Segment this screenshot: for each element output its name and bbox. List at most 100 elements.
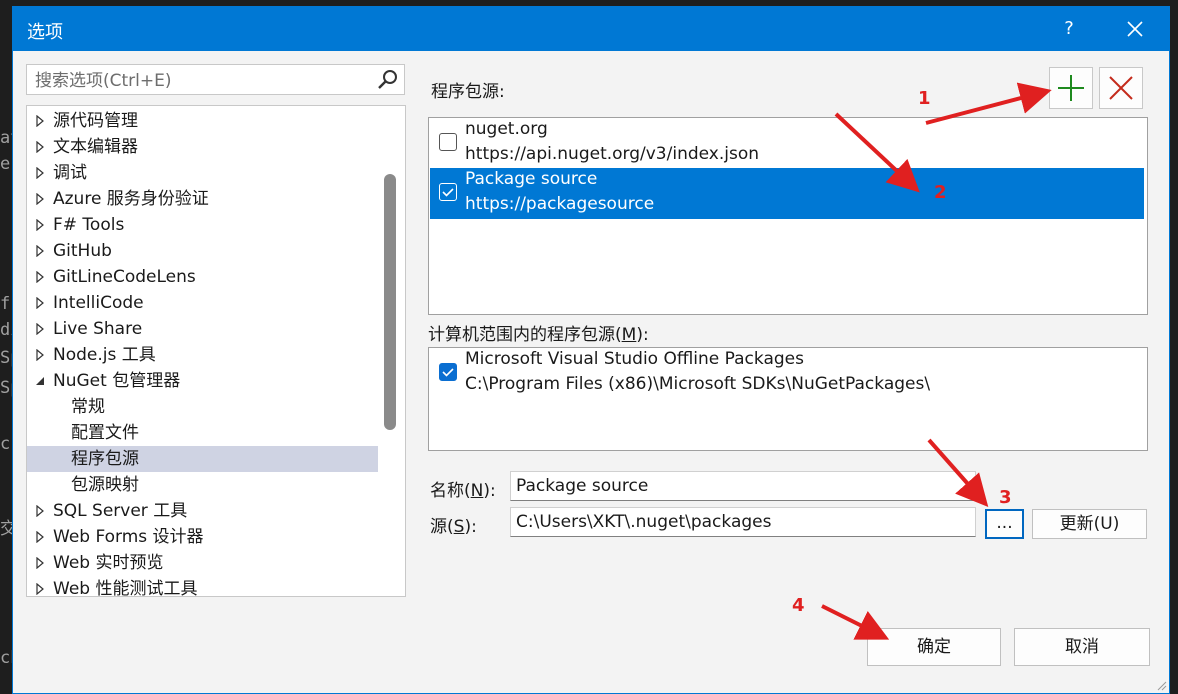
collapsed-arrow-icon[interactable] xyxy=(35,115,45,127)
tree-item[interactable]: GitHub xyxy=(27,238,378,264)
tree-item-label: Node.js 工具 xyxy=(53,345,156,365)
cancel-button[interactable]: 取消 xyxy=(1014,628,1150,666)
tree-item-label: GitHub xyxy=(53,241,112,261)
tree-item[interactable]: SQL Server 工具 xyxy=(27,498,378,524)
tree-item[interactable]: 程序包源 xyxy=(27,446,378,472)
close-button[interactable] xyxy=(1113,7,1157,51)
collapsed-arrow-icon[interactable] xyxy=(35,531,45,543)
annotation-2: 2 xyxy=(934,182,947,203)
name-field[interactable] xyxy=(510,471,976,501)
collapsed-arrow-icon[interactable] xyxy=(35,245,45,257)
machine-source-checkbox[interactable] xyxy=(439,363,457,381)
options-tree: 源代码管理文本编辑器调试 Azure 服务身份验证 F# Tools GitHub Gi… xyxy=(26,105,406,597)
tree-item-label: 源代码管理 xyxy=(53,111,138,131)
tree-item[interactable]: 常规 xyxy=(27,394,378,420)
source-label: 源(S): xyxy=(430,517,477,537)
tree-item[interactable]: Web 实时预览 xyxy=(27,550,378,576)
source-checkbox[interactable] xyxy=(439,183,457,201)
collapsed-arrow-icon[interactable] xyxy=(35,323,45,335)
name-input[interactable] xyxy=(514,475,959,497)
collapsed-arrow-icon[interactable] xyxy=(35,349,45,361)
expanded-arrow-icon[interactable] xyxy=(35,375,45,387)
checkmark-icon xyxy=(442,368,454,377)
collapsed-arrow-icon[interactable] xyxy=(35,167,45,179)
source-url: https://packagesource xyxy=(465,194,655,214)
tree-item[interactable]: 包源映射 xyxy=(27,472,378,498)
collapsed-arrow-icon[interactable] xyxy=(35,219,45,231)
tree-item[interactable]: Node.js 工具 xyxy=(27,342,378,368)
collapsed-arrow-icon[interactable] xyxy=(35,271,45,283)
name-label: 名称(N): xyxy=(430,481,496,501)
tree-item-label: IntelliCode xyxy=(53,293,144,313)
tree-item-label: 常规 xyxy=(71,397,105,417)
collapsed-arrow-icon[interactable] xyxy=(35,583,45,595)
collapsed-arrow-icon[interactable] xyxy=(35,557,45,569)
source-checkbox[interactable] xyxy=(439,133,457,151)
tree-item[interactable]: 调试 xyxy=(27,160,378,186)
delete-icon xyxy=(1109,76,1133,100)
resize-grip-icon[interactable] xyxy=(1153,677,1169,693)
tree-item[interactable]: 文本编辑器 xyxy=(27,134,378,160)
source-name: Microsoft Visual Studio Offline Packages xyxy=(465,349,804,369)
options-dialog: 选项 ? 源代码管理文本编辑器调试 Azure 服务身份验证 F# Tools Git… xyxy=(12,6,1170,694)
tree-item[interactable]: NuGet 包管理器 xyxy=(27,368,378,394)
source-name: nuget.org xyxy=(465,119,548,139)
tree-item[interactable]: Web Forms 设计器 xyxy=(27,524,378,550)
machine-sources-list: Microsoft Visual Studio Offline Packages… xyxy=(428,347,1148,451)
tree-item-label: 配置文件 xyxy=(71,423,139,443)
annotation-4: 4 xyxy=(792,595,805,616)
update-button[interactable]: 更新(U) xyxy=(1032,509,1147,539)
tree-scrollbar[interactable] xyxy=(384,174,396,430)
tree-item-label: SQL Server 工具 xyxy=(53,501,188,521)
list-scrollbar[interactable] xyxy=(1132,349,1146,401)
remove-source-button[interactable] xyxy=(1099,67,1143,109)
checkmark-icon xyxy=(442,188,454,197)
tree-item-label: Azure 服务身份验证 xyxy=(53,189,209,209)
tree-item[interactable]: 配置文件 xyxy=(27,420,378,446)
add-source-button[interactable] xyxy=(1049,67,1093,109)
ok-button[interactable]: 确定 xyxy=(867,628,1001,666)
background-code-3: f xyxy=(0,294,11,314)
tree-item[interactable]: GitLineCodeLens xyxy=(27,264,378,290)
collapsed-arrow-icon[interactable] xyxy=(35,505,45,517)
tree-item-label: Web Forms 设计器 xyxy=(53,527,204,547)
collapsed-arrow-icon[interactable] xyxy=(35,297,45,309)
package-sources-label: 程序包源: xyxy=(431,82,505,102)
list-item[interactable]: Microsoft Visual Studio Offline Packages… xyxy=(430,348,1144,399)
annotation-1: 1 xyxy=(918,88,931,109)
package-sources-list: nuget.org https://api.nuget.org/v3/index… xyxy=(428,117,1148,315)
source-field[interactable] xyxy=(510,507,976,537)
collapsed-arrow-icon[interactable] xyxy=(35,193,45,205)
tree-item[interactable]: IntelliCode xyxy=(27,290,378,316)
close-icon xyxy=(1127,21,1143,37)
tree-item[interactable]: Live Share xyxy=(27,316,378,342)
browse-button[interactable]: ... xyxy=(985,509,1024,539)
list-item[interactable]: Package source https://packagesource xyxy=(430,168,1144,219)
tree-item-label: NuGet 包管理器 xyxy=(53,371,181,391)
tree-item-label: 文本编辑器 xyxy=(53,137,138,157)
help-button[interactable]: ? xyxy=(1047,7,1091,51)
tree-item-label: Live Share xyxy=(53,319,143,339)
annotation-3: 3 xyxy=(999,487,1012,508)
tree-item-label: 程序包源 xyxy=(71,449,139,469)
source-input[interactable] xyxy=(514,511,959,533)
dialog-title: 选项 xyxy=(27,22,63,43)
search-input[interactable] xyxy=(33,68,367,93)
tree-item[interactable]: Web 性能测试工具 xyxy=(27,576,378,597)
source-url: https://api.nuget.org/v3/index.json xyxy=(465,144,760,164)
search-icon[interactable] xyxy=(376,68,400,92)
tree-item[interactable]: 源代码管理 xyxy=(27,108,378,134)
tree-item-label: Web 性能测试工具 xyxy=(53,579,198,597)
tree-item-label: 包源映射 xyxy=(71,475,139,495)
tree-item[interactable]: F# Tools xyxy=(27,212,378,238)
tree-item[interactable]: Azure 服务身份验证 xyxy=(27,186,378,212)
source-url: C:\Program Files (x86)\Microsoft SDKs\Nu… xyxy=(465,374,931,394)
plus-icon xyxy=(1058,75,1084,101)
list-item[interactable]: nuget.org https://api.nuget.org/v3/index… xyxy=(430,118,1144,169)
tree-item-label: Web 实时预览 xyxy=(53,553,164,573)
search-box xyxy=(26,64,405,95)
machine-sources-label: 计算机范围内的程序包源(M): xyxy=(428,325,649,345)
source-name: Package source xyxy=(465,169,598,189)
collapsed-arrow-icon[interactable] xyxy=(35,141,45,153)
tree-item-label: GitLineCodeLens xyxy=(53,267,196,287)
